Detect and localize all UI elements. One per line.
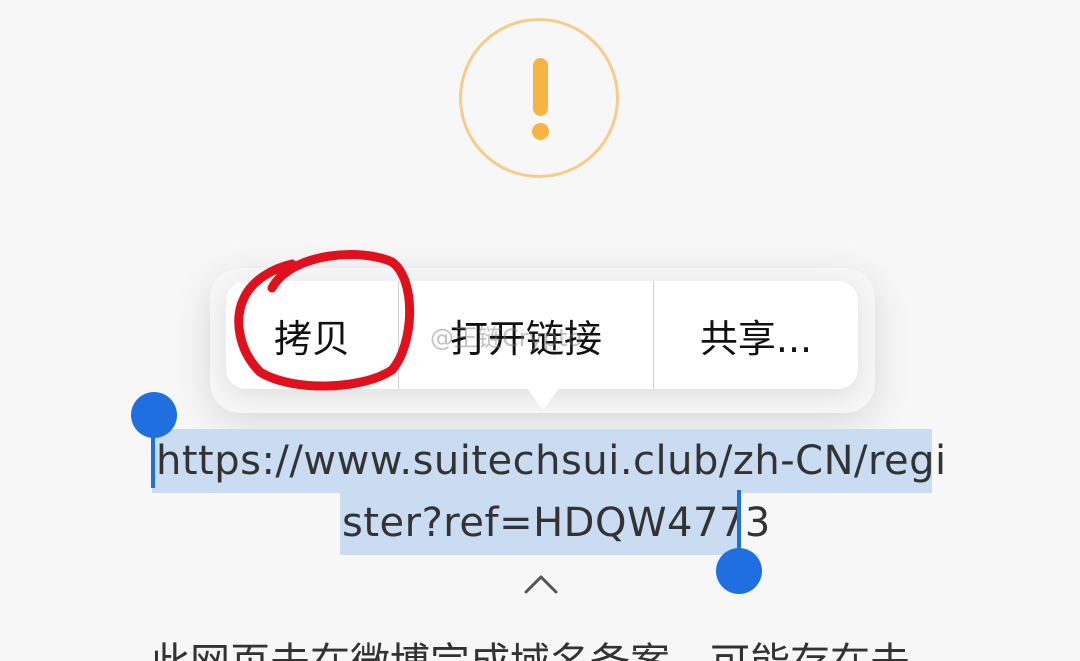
copy-button[interactable]: 拷贝	[226, 281, 398, 389]
link-text-line-2[interactable]: ster?ref=HDQW4773	[340, 491, 770, 555]
share-button[interactable]: 共享...	[654, 281, 858, 389]
link-text-line-1[interactable]: https://www.suitechsui.club/zh-CN/regi	[152, 429, 946, 493]
exclamation-dot	[532, 123, 549, 140]
screen: 拷贝 打开链接 共享... @王链Crypto https://www.suit…	[0, 0, 1080, 661]
selection-end-handle[interactable]	[716, 548, 762, 594]
open-link-button[interactable]: 打开链接	[398, 281, 654, 389]
selection-start-handle[interactable]	[131, 392, 177, 438]
chevron-up-icon[interactable]	[521, 568, 561, 598]
menu-pointer-arrow	[521, 380, 565, 410]
notice-text: 此网页未在微博完成域名备案，可能存在未	[150, 641, 950, 661]
exclamation-icon	[533, 58, 548, 116]
context-menu: 拷贝 打开链接 共享...	[226, 281, 858, 389]
selection-end-handle-bar[interactable]	[737, 490, 741, 552]
